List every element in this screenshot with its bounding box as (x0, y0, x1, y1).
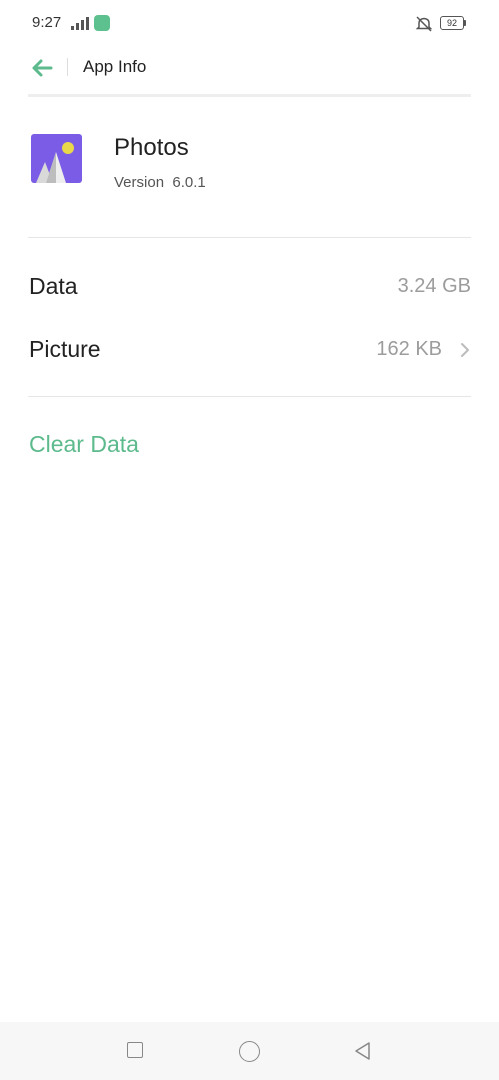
status-bar: 9:27 92 (0, 0, 499, 46)
picture-value: 162 KB (376, 338, 442, 360)
app-bar: App Info (0, 46, 499, 90)
signal-icon (71, 17, 89, 30)
navigation-bar (0, 1022, 499, 1080)
battery-icon: 92 (440, 16, 466, 30)
page-title: App Info (83, 57, 147, 76)
clear-data-button[interactable]: Clear Data (29, 431, 139, 458)
chevron-right-icon (461, 343, 469, 357)
battery-level: 92 (440, 16, 464, 30)
section-divider (28, 396, 471, 397)
data-row: Data 3.24 GB (28, 265, 471, 309)
notification-app-icon (94, 15, 110, 31)
back-arrow-icon[interactable] (28, 54, 56, 82)
version-label: Version (114, 174, 165, 191)
home-button[interactable] (239, 1041, 260, 1062)
picture-label: Picture (29, 336, 101, 362)
recents-button[interactable] (127, 1042, 143, 1058)
status-time: 9:27 (32, 14, 62, 31)
mute-icon (415, 16, 433, 32)
header-divider-line (28, 94, 471, 97)
version-number: 6.0.1 (172, 174, 206, 191)
app-name: Photos (114, 134, 189, 161)
header-divider (67, 58, 68, 76)
photos-app-icon (31, 134, 82, 183)
app-info-screen: 9:27 92 App Info Photos Version 6.0.1 Da… (0, 0, 499, 1080)
picture-row[interactable]: Picture 162 KB (28, 328, 471, 372)
app-version: Version 6.0.1 (114, 174, 206, 191)
nav-back-icon[interactable] (352, 1040, 372, 1062)
data-label: Data (29, 273, 78, 299)
battery-tip (464, 20, 466, 26)
section-divider (28, 237, 471, 238)
data-value: 3.24 GB (397, 275, 471, 297)
